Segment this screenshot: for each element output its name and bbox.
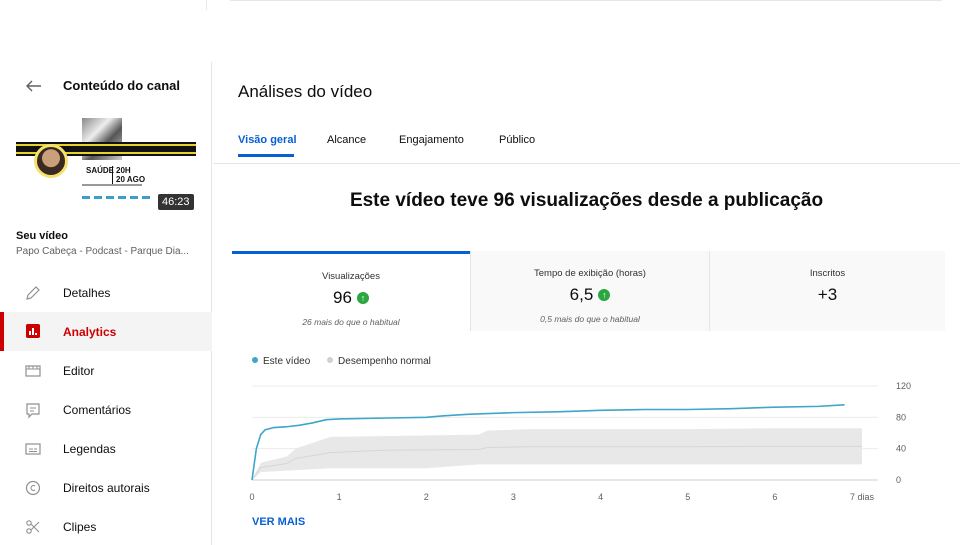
sidebar-item-detalhes[interactable]: Detalhes	[0, 273, 212, 312]
active-indicator	[0, 312, 4, 351]
search-bar-edge	[230, 0, 942, 1]
chart-legend: Este vídeo Desempenho normal	[252, 356, 445, 367]
sidebar-item-label: Analytics	[63, 325, 117, 339]
page-title: Análises do vídeo	[238, 82, 373, 101]
y-tick-label: 0	[896, 475, 901, 485]
x-tick-label: 6	[772, 492, 777, 502]
scissors-icon	[26, 520, 40, 534]
metric-title: Inscritos	[809, 268, 846, 279]
x-tick-label: 4	[598, 492, 603, 502]
pencil-icon	[26, 286, 40, 300]
metric-card-watch-time[interactable]: Tempo de exibição (horas) 6,5 ↑ 0,5 mais …	[470, 251, 709, 331]
metric-note: 0,5 mais do que o habitual	[540, 314, 640, 324]
active-tab-underline	[238, 154, 294, 157]
metric-value: 6,5 ↑	[471, 285, 709, 305]
legend-normal: Desempenho normal	[327, 356, 431, 367]
y-tick-label: 40	[896, 444, 906, 454]
metric-title: Tempo de exibição (horas)	[534, 268, 646, 279]
sidebar-item-label: Legendas	[63, 442, 116, 456]
x-tick-label: 0	[249, 492, 254, 502]
sidebar-item-analytics[interactable]: Analytics	[0, 312, 212, 351]
video-duration: 46:23	[158, 194, 194, 210]
legend-this-video: Este vídeo	[252, 356, 310, 367]
views-chart: 0 40 80 120 0 1 2 3 4 5 6 7 dias	[249, 381, 911, 502]
metric-card-subscribers[interactable]: Inscritos +3	[709, 251, 945, 331]
legend-dot	[327, 357, 334, 363]
tabs-divider	[213, 163, 960, 164]
metrics-cards: Visualizações 96 ↑ 26 mais do que o habit…	[232, 251, 945, 331]
sidebar-item-direitos-autorais[interactable]: Direitos autorais	[0, 468, 212, 507]
main-content: Análises do vídeo Visão geral Alcance En…	[213, 62, 960, 545]
subtitles-icon	[25, 443, 41, 455]
top-bar	[0, 0, 960, 62]
normal-performance-band	[252, 428, 862, 480]
metric-title: Visualizações	[322, 271, 380, 282]
sidebar-header: Conteúdo do canal	[0, 62, 212, 106]
copyright-icon	[25, 480, 41, 496]
x-tick-label: 1	[337, 492, 342, 502]
your-video-label: Seu vídeo	[16, 230, 68, 242]
film-editor-icon	[25, 365, 41, 377]
legend-dot	[252, 357, 258, 363]
metric-value: 96 ↑	[232, 288, 470, 308]
sidebar-item-editor[interactable]: Editor	[0, 351, 212, 390]
sidebar-item-comentarios[interactable]: Comentários	[0, 390, 212, 429]
metric-value: +3	[817, 285, 838, 304]
tab-publico[interactable]: Público	[499, 134, 535, 146]
tab-engajamento[interactable]: Engajamento	[399, 134, 464, 146]
sidebar-item-label: Direitos autorais	[63, 481, 150, 495]
summary-headline: Este vídeo teve 96 visualizações desde a…	[349, 190, 824, 211]
sidebar-item-label: Comentários	[63, 403, 132, 417]
sidebar-title: Conteúdo do canal	[63, 78, 180, 93]
see-more-link[interactable]: VER MAIS	[252, 516, 305, 528]
thumbnail-sponsor-logos	[82, 196, 152, 199]
x-tick-label: 5	[685, 492, 690, 502]
video-title[interactable]: Papo Cabeça - Podcast - Parque Dia...	[16, 246, 201, 257]
tab-visao-geral[interactable]: Visão geral	[238, 134, 297, 146]
arrow-up-icon: ↑	[598, 289, 611, 301]
sidebar-item-label: Editor	[63, 364, 95, 378]
sidebar-item-label: Clipes	[63, 520, 97, 534]
tab-alcance[interactable]: Alcance	[327, 134, 366, 146]
arrow-up-icon: ↑	[356, 292, 369, 304]
sidebar-item-label: Detalhes	[63, 286, 111, 300]
analytics-icon	[26, 324, 40, 338]
thumbnail-time: 20H 20 AGO	[112, 166, 145, 184]
metric-note: 26 mais do que o habitual	[302, 317, 400, 327]
arrow-left-icon[interactable]	[24, 76, 44, 96]
metric-card-views[interactable]: Visualizações 96 ↑ 26 mais do que o habit…	[232, 251, 470, 331]
sidebar-item-legendas[interactable]: Legendas	[0, 429, 212, 468]
y-tick-label: 120	[896, 381, 911, 391]
thumbnail-text: SAÚDE	[86, 166, 115, 175]
sidebar: Conteúdo do canal SAÚDE 20H 20 AGO 46:23 …	[0, 62, 212, 545]
x-tick-label: 2	[424, 492, 429, 502]
sidebar-nav: Detalhes Analytics Editor Comentários Le…	[0, 273, 212, 545]
y-tick-label: 80	[896, 412, 906, 422]
comment-icon	[26, 403, 40, 419]
video-thumbnail[interactable]: SAÚDE 20H 20 AGO	[16, 106, 196, 208]
x-tick-label: 7 dias	[850, 492, 875, 502]
thumbnail-small-text	[82, 184, 142, 186]
x-tick-label: 3	[511, 492, 516, 502]
top-separator	[206, 0, 207, 10]
avatar	[34, 144, 68, 178]
sidebar-item-clipes[interactable]: Clipes	[0, 507, 212, 545]
